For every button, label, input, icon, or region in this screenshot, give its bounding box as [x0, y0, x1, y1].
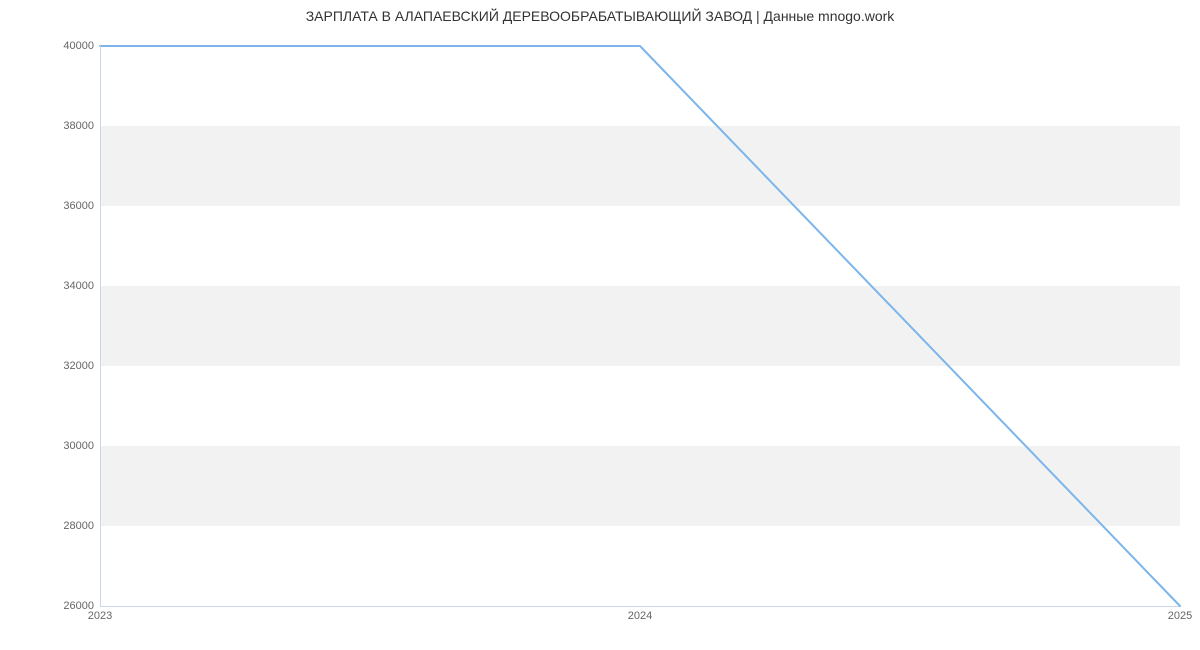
y-tick-label: 30000 — [4, 440, 94, 452]
y-tick-label: 36000 — [4, 200, 94, 212]
chart-container: ЗАРПЛАТА В АЛАПАЕВСКИЙ ДЕРЕВООБРАБАТЫВАЮ… — [0, 0, 1200, 650]
plot-area — [100, 46, 1180, 607]
y-tick-label: 28000 — [4, 520, 94, 532]
y-tick-label: 40000 — [4, 40, 94, 52]
chart-title: ЗАРПЛАТА В АЛАПАЕВСКИЙ ДЕРЕВООБРАБАТЫВАЮ… — [0, 8, 1200, 24]
y-tick-label: 32000 — [4, 360, 94, 372]
y-tick-label: 34000 — [4, 280, 94, 292]
y-tick-label: 38000 — [4, 120, 94, 132]
y-axis — [100, 46, 101, 606]
x-tick-label: 2024 — [628, 610, 652, 622]
x-tick-label: 2023 — [88, 610, 112, 622]
data-line — [100, 46, 1180, 606]
x-tick-label: 2025 — [1168, 610, 1192, 622]
y-tick-label: 26000 — [4, 600, 94, 612]
